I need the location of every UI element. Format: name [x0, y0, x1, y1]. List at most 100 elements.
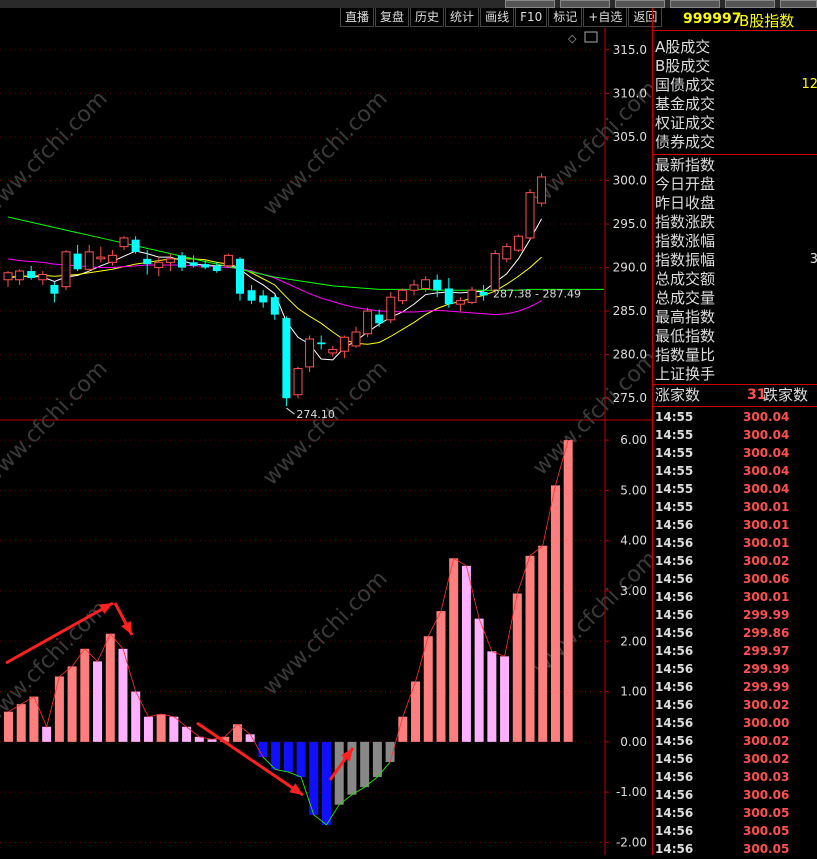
- tick-price: 300.04: [743, 428, 790, 442]
- index-row-label: 昨日收盘: [655, 194, 716, 212]
- tick-price: 300.02: [743, 554, 790, 568]
- history-button[interactable]: 历史: [410, 8, 445, 27]
- replay-button[interactable]: 复盘: [375, 8, 410, 27]
- candle-body: [305, 338, 315, 368]
- tick-time: 14:56: [655, 680, 694, 694]
- stats-button[interactable]: 统计: [445, 8, 480, 27]
- tick-time: 14:56: [655, 572, 694, 586]
- tick-row: 14:56 300.05: [653, 840, 817, 858]
- candle-body: [467, 289, 477, 303]
- indicator-bar: [93, 661, 103, 742]
- candle-body: [270, 297, 279, 315]
- mark-button[interactable]: 标记: [548, 8, 583, 27]
- candle-body: [50, 284, 59, 294]
- candle-body: [178, 255, 186, 268]
- volume-row-label: 债券成交: [655, 133, 716, 151]
- tick-row: 14:55 300.04: [653, 462, 817, 480]
- candle-body: [490, 253, 500, 291]
- chart-svg[interactable]: www.cfchi.com www.cfchi.com www.cfchi.com w…: [0, 28, 663, 855]
- tick-time: 14:56: [655, 518, 694, 532]
- candle-body: [502, 246, 512, 260]
- tick-row: 14:55 300.01: [653, 498, 817, 516]
- index-row-label: 指数振幅: [655, 251, 716, 269]
- tick-time: 14:55: [655, 410, 694, 424]
- index-name: B股指数: [739, 12, 795, 30]
- tick-price: 300.04: [743, 482, 790, 496]
- menu-button[interactable]: [725, 0, 775, 8]
- menu-button[interactable]: [560, 0, 610, 8]
- menu-button[interactable]: [670, 0, 720, 8]
- candle-body: [165, 258, 175, 263]
- tick-price: 300.01: [743, 590, 790, 604]
- tick-price: 300.06: [743, 788, 790, 802]
- tick-price: 300.02: [743, 752, 790, 766]
- candle-body: [409, 284, 419, 291]
- index-row-label: 最高指数: [655, 308, 716, 326]
- candle-body: [444, 288, 453, 305]
- candle-body: [119, 237, 129, 248]
- indicator-bar: [525, 555, 535, 742]
- candle-body: [15, 270, 25, 281]
- diamond-icon: ◇: [568, 32, 577, 45]
- menu-button[interactable]: [615, 0, 665, 8]
- low-marker-line: [286, 407, 295, 415]
- tick-price: 300.04: [743, 446, 790, 460]
- tick-time: 14:56: [655, 536, 694, 550]
- candle-body: [282, 318, 291, 399]
- ma-line: [7, 218, 543, 361]
- quote-panel: 999997 B股指数 A股成交 B股成交 国债成交 12 基金成交 权证成交 债券成交 最新指数…: [652, 8, 817, 858]
- tick-time: 14:56: [655, 770, 694, 784]
- indicator-bar: [271, 741, 281, 770]
- indicator-bar: [474, 618, 484, 742]
- index-row-label: 最新指数: [655, 156, 716, 174]
- tick-time: 14:56: [655, 608, 694, 622]
- indicator-bar: [550, 485, 560, 742]
- f10-button[interactable]: F10: [515, 8, 548, 27]
- add-watchlist-button[interactable]: +自选: [583, 8, 628, 27]
- tick-time: 14:56: [655, 788, 694, 802]
- menu-button[interactable]: [505, 0, 555, 8]
- watermark-text: www.cfchi.com: [258, 86, 392, 220]
- y-tick-label: 290.0: [613, 261, 647, 275]
- panel-title: 999997 B股指数: [653, 8, 817, 31]
- tick-time: 14:56: [655, 554, 694, 568]
- tick-row: 14:56 299.99: [653, 606, 817, 624]
- draw-line-button[interactable]: 画线: [480, 8, 515, 27]
- candle-body: [107, 254, 117, 263]
- indicator-bar: [4, 711, 13, 742]
- tick-time: 14:56: [655, 644, 694, 658]
- y-tick-label: -1.00: [616, 785, 647, 799]
- tick-row: 14:56 299.99: [653, 678, 817, 696]
- tick-price: 299.86: [743, 626, 790, 640]
- tick-price: 299.99: [743, 608, 790, 622]
- watermark-text: www.cfchi.com: [0, 86, 113, 220]
- up-count-label: 涨家数: [655, 386, 701, 404]
- indicator-bar: [512, 593, 522, 742]
- candle-body: [154, 261, 164, 269]
- trend-arrow-head: [289, 783, 303, 795]
- candle-body: [223, 254, 233, 267]
- y-tick-label: 1.00: [620, 685, 647, 699]
- indicator-bar: [16, 704, 26, 742]
- y-tick-label: 280.0: [613, 348, 647, 362]
- y-tick-label: 300.0: [613, 173, 647, 187]
- tick-row: 14:56 299.86: [653, 624, 817, 642]
- tick-time: 14:56: [655, 626, 694, 640]
- live-button[interactable]: 直播: [340, 8, 375, 27]
- indicator-bar: [500, 656, 510, 742]
- menu-button[interactable]: [780, 0, 817, 8]
- index-row-label: 指数量比: [655, 346, 716, 364]
- candle-body: [433, 279, 442, 291]
- candle-body: [375, 314, 384, 324]
- tick-price: 300.01: [743, 536, 790, 550]
- tick-time: 14:55: [655, 482, 694, 496]
- candle-body: [351, 331, 361, 347]
- indicator-bar: [42, 726, 52, 742]
- chart-area[interactable]: www.cfchi.com www.cfchi.com www.cfchi.com w…: [0, 28, 663, 855]
- tick-price: 300.04: [743, 464, 790, 478]
- index-code: 999997: [683, 11, 742, 27]
- tick-row: 14:56 300.02: [653, 732, 817, 750]
- candle-body: [421, 279, 431, 289]
- index-row-label: 最低指数: [655, 327, 716, 345]
- tick-price: 300.02: [743, 734, 790, 748]
